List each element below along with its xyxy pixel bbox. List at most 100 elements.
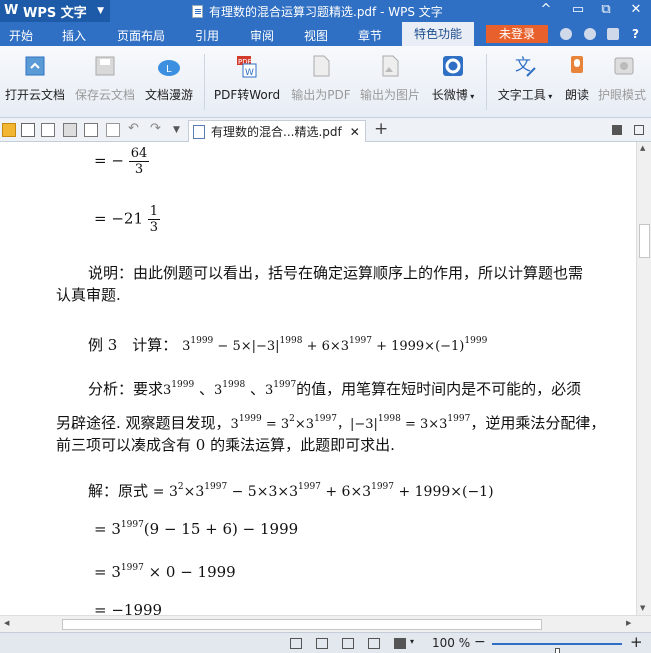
export-icon[interactable] [41,123,55,137]
separator [204,54,205,110]
tab-list-icon[interactable] [612,125,622,135]
solution-step-3: = −1999 [94,601,163,615]
fraction: 64 3 [128,146,150,177]
full-screen-icon[interactable] [290,638,302,649]
print-icon[interactable] [63,123,77,137]
title-bar: W WPS 文字 ▼ 有理数的混合运算习题精选.pdf - WPS 文字 ^ ▭… [0,0,651,22]
close-tab-icon[interactable]: ✕ [350,125,360,139]
svg-text:L: L [166,64,172,75]
document-tab-label: 有理数的混合...精选.pdf [211,125,342,139]
weibo-icon [441,54,465,78]
menu-view[interactable]: 视图 [304,27,328,44]
new-tab-icon[interactable]: + [374,119,388,139]
collapse-ribbon-button[interactable]: ^ [532,0,560,22]
eye-protection-icon [612,54,636,78]
horizontal-scroll-thumb[interactable] [62,619,542,630]
format-painter-icon[interactable] [106,123,120,137]
menu-home[interactable]: 开始 [9,27,33,44]
export-image-icon [378,54,402,78]
restore-button[interactable]: ⧉ [592,0,620,22]
zoom-in-icon[interactable]: + [630,633,643,651]
example-3-line: 例 3 计算： 31999 − 5×|−3|1998 + 6×31997 + 1… [88,336,488,355]
solution-step-1: = 31997(9 − 15 + 6) − 1999 [94,520,299,538]
redo-icon[interactable]: ↷ [150,122,164,137]
open-cloud-doc-button[interactable]: 打开云文档 [4,52,66,103]
eye-protection-button[interactable]: 护眼模式 [598,52,651,103]
scroll-right-icon[interactable]: ▶ [626,619,631,627]
minimize-button[interactable]: ▭ [564,0,592,22]
svg-text:文: 文 [515,55,531,74]
ribbon-toolbar: 打开云文档 保存云文档 L 文档漫游 PDF W PDF转Word 输出为PDF … [0,46,651,118]
chevron-down-icon: ▾ [467,92,475,101]
document-tab[interactable]: 有理数的混合...精选.pdf ✕ [188,120,366,142]
wps-logo-icon: W [4,3,19,18]
solution-line: 解：原式 = 32×31997 − 5×3×31997 + 6×31997 + … [88,482,494,500]
chevron-down-icon: ▼ [97,6,104,16]
pdf-to-word-button[interactable]: PDF W PDF转Word [212,52,282,103]
shirt-icon[interactable] [607,28,619,40]
help-icon[interactable]: ? [632,27,639,41]
explanation-line-1: 说明：由此例题可以看出，括号在确定运算顺序上的作用，所以计算题也需 [88,264,584,282]
status-bar: ▾ 100 % − + [0,632,651,653]
analysis-line-3: 前三项可以凑成含有 0 的乘法运算，此题即可求出. [56,436,395,454]
export-pdf-icon [309,54,333,78]
menu-references[interactable]: 引用 [195,27,219,44]
horizontal-scrollbar[interactable]: ◀ ▶ [0,615,651,632]
document-icon [192,5,203,18]
scroll-down-icon[interactable]: ▼ [640,604,645,612]
solution-step-2: = 31997 × 0 − 1999 [94,563,236,581]
save-icon[interactable] [21,123,35,137]
read-aloud-button[interactable]: 朗读 [562,52,592,103]
skin-icon[interactable] [560,28,572,40]
menu-chapter[interactable]: 章节 [358,27,382,44]
long-weibo-button[interactable]: 长微博 ▾ [429,52,477,103]
login-button[interactable]: 未登录 [486,25,548,43]
window-title: 有理数的混合运算习题精选.pdf - WPS 文字 [192,3,443,20]
zoom-out-icon[interactable]: − [474,634,486,650]
outline-view-icon[interactable] [342,638,354,649]
chevron-down-icon[interactable]: ▾ [410,637,414,646]
tab-options-icon[interactable] [634,125,644,135]
scroll-left-icon[interactable]: ◀ [4,619,9,627]
vertical-scroll-thumb[interactable] [639,224,650,258]
menu-page-layout[interactable]: 页面布局 [117,27,165,44]
reading-mode-icon[interactable] [394,638,406,649]
app-menu-button[interactable]: W WPS 文字 ▼ [0,0,110,22]
zoom-level[interactable]: 100 % [432,636,470,650]
web-view-icon[interactable] [368,638,380,649]
export-pdf-button[interactable]: 输出为PDF [291,52,351,103]
document-page[interactable]: = − 64 3 = −21 13 说明：由此例题可以看出，括号在确定运算顺序上的… [0,142,636,615]
menu-insert[interactable]: 插入 [62,27,86,44]
app-name: WPS 文字 [23,5,87,21]
separator [486,54,487,110]
example-3-expression: 31999 − 5×|−3|1998 + 6×31997 + 1999×(−1)… [182,336,488,355]
sync-icon[interactable] [584,28,596,40]
print-preview-icon[interactable] [84,123,98,137]
explanation-line-2: 认真审题. [56,286,121,304]
math-line-2: = −21 13 [94,204,161,235]
save-cloud-doc-button[interactable]: 保存云文档 [74,52,136,103]
page-view-icon[interactable] [316,638,328,649]
menu-special-features[interactable]: 特色功能 [402,22,475,46]
zoom-slider[interactable] [492,643,622,653]
export-image-button[interactable]: 输出为图片 [359,52,421,103]
menu-review[interactable]: 审阅 [250,27,274,44]
doc-roaming-button[interactable]: L 文档漫游 [144,52,194,103]
open-cloud-icon [23,54,47,78]
undo-icon[interactable]: ↶ [128,122,142,137]
customize-toolbar-icon[interactable]: ▼ [173,123,187,137]
pdf-to-word-icon: PDF W [235,54,259,78]
window-title-text: 有理数的混合运算习题精选.pdf - WPS 文字 [209,5,443,19]
vertical-scrollbar[interactable]: ▲ ▼ [636,142,651,615]
fraction: 13 [147,204,161,235]
open-folder-icon[interactable] [2,123,16,137]
analysis-line-2: 另辟途径. 观察题目发现，31999 = 32×31997，|−3|1998 =… [56,414,606,432]
zoom-slider-handle[interactable] [555,648,560,653]
analysis-line-1: 分析：要求31999 、31998 、31997的值，用笔算在短时间内是不可能的… [88,380,582,398]
tab-strip: ↶ ↷ ▼ 有理数的混合...精选.pdf ✕ + [0,118,651,142]
document-icon [193,124,205,139]
scroll-up-icon[interactable]: ▲ [640,144,645,152]
text-tools-button[interactable]: 文 文字工具 ▾ [494,52,556,103]
close-button[interactable]: ✕ [622,0,650,22]
svg-text:W: W [245,68,254,78]
